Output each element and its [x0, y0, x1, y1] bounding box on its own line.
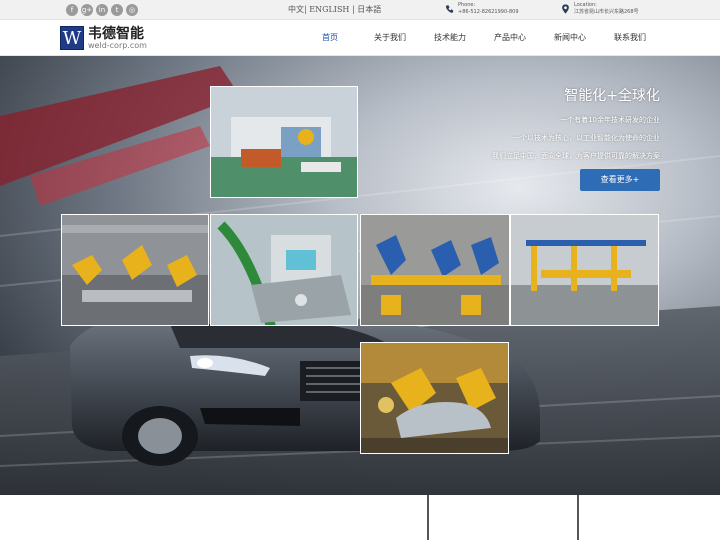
location-pin-icon	[562, 4, 569, 14]
instagram-icon[interactable]: ◎	[126, 4, 138, 16]
twitter-icon[interactable]: t	[111, 4, 123, 16]
location-label: Location:	[574, 2, 597, 8]
top-bar: f g+ in t ◎ 中文| ENGLISH | 日本語 Phone: +86…	[0, 0, 720, 20]
phone-label: Phone:	[458, 2, 476, 8]
facebook-icon[interactable]: f	[66, 4, 78, 16]
factory-photo-1[interactable]	[210, 86, 358, 198]
nav-technology[interactable]: 技术能力	[434, 32, 466, 43]
hero-line-1: 一个有着10余年技术研发的企业	[560, 116, 660, 124]
hero-title: 智能化+全球化	[564, 88, 660, 104]
view-more-button[interactable]: 查看更多+	[580, 169, 660, 191]
phone-number: +86-512-82621990-809	[458, 9, 519, 15]
logo[interactable]: W 韦德智能 weld-corp.com	[60, 26, 147, 50]
section-divider	[577, 495, 579, 540]
nav-news[interactable]: 新闻中心	[554, 32, 586, 43]
linkedin-icon[interactable]: in	[96, 4, 108, 16]
lang-separator: |	[351, 5, 355, 14]
content-section	[0, 495, 720, 540]
lang-english[interactable]: ENGLISH	[309, 5, 349, 14]
phone-icon	[445, 5, 454, 13]
logo-mark: W	[60, 26, 84, 50]
lang-japanese[interactable]: 日本語	[357, 5, 381, 14]
lang-chinese[interactable]: 中文	[288, 5, 304, 14]
logo-name: 韦德智能	[88, 25, 144, 42]
location-contact: Location: 江苏省昆山市长兴东路268号	[561, 2, 639, 16]
google-plus-icon[interactable]: g+	[81, 4, 93, 16]
nav-contact[interactable]: 联系我们	[614, 32, 646, 43]
hero-line-2: 一个以技术为核心，以工业智能化为使命的企业	[513, 134, 660, 142]
factory-photo-3[interactable]	[210, 214, 358, 326]
hero-banner: 智能化+全球化 一个有着10余年技术研发的企业 一个以技术为核心，以工业智能化为…	[0, 56, 720, 495]
logo-domain: weld-corp.com	[88, 40, 147, 50]
section-divider	[427, 495, 429, 540]
factory-photo-2[interactable]	[61, 214, 209, 326]
language-switcher: 中文| ENGLISH | 日本語	[288, 4, 381, 15]
hero-line-3: 我们立足中国，面向全球，为客户提供可靠的解决方案	[492, 152, 660, 160]
factory-photo-4[interactable]	[360, 214, 510, 326]
nav-home[interactable]: 首页	[322, 32, 338, 43]
lang-separator: |	[304, 5, 307, 14]
factory-photo-5[interactable]	[510, 214, 659, 326]
nav-products[interactable]: 产品中心	[494, 32, 526, 43]
phone-contact: Phone: +86-512-82621990-809	[445, 2, 519, 16]
location-address: 江苏省昆山市长兴东路268号	[574, 9, 639, 15]
social-links: f g+ in t ◎	[66, 4, 138, 16]
factory-photo-6[interactable]	[360, 342, 509, 454]
nav-about[interactable]: 关于我们	[374, 32, 406, 43]
site-header: W 韦德智能 weld-corp.com 首页 关于我们 技术能力 产品中心 新…	[0, 20, 720, 56]
